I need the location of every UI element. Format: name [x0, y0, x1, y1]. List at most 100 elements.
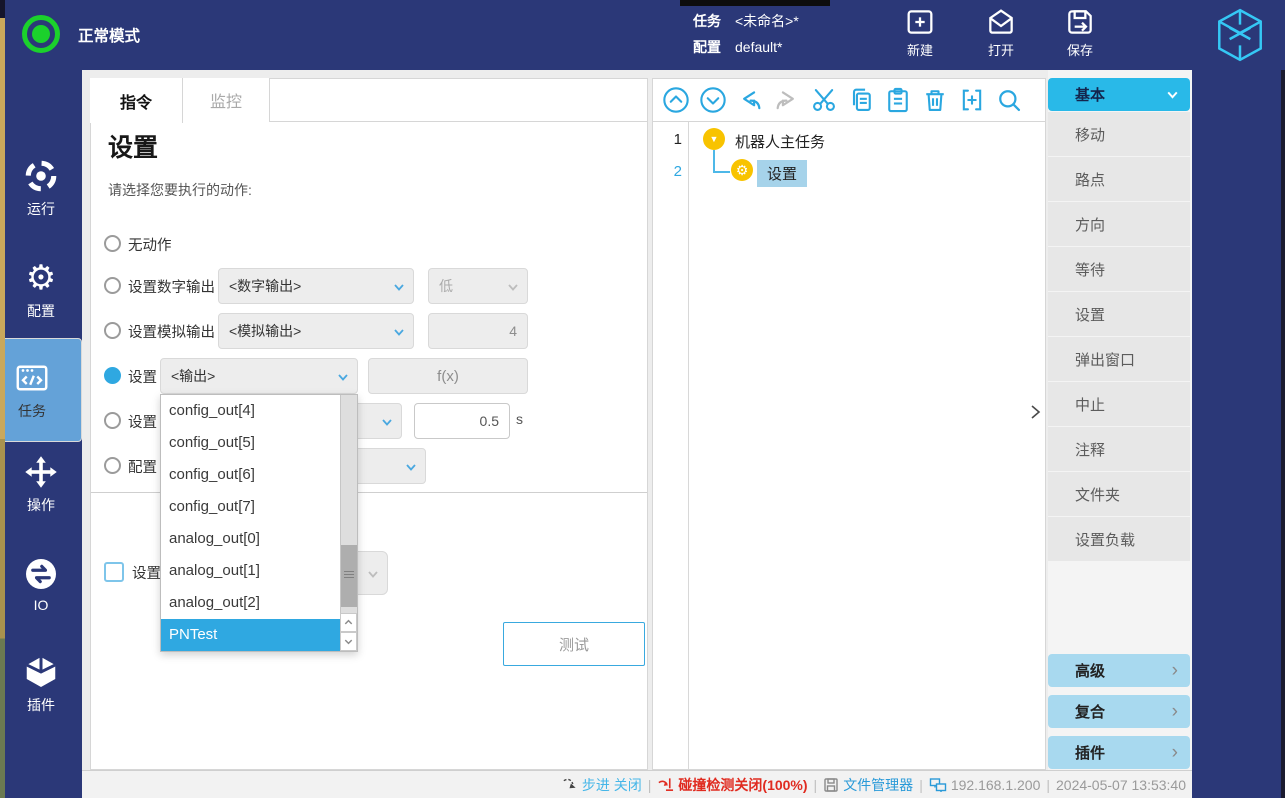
scroll-up-button[interactable]: [340, 613, 357, 632]
copy-icon[interactable]: [847, 86, 875, 114]
palette-group-advanced[interactable]: 高级 ›: [1048, 654, 1190, 687]
palette-item-wait[interactable]: 等待: [1048, 247, 1190, 291]
dropdown-option[interactable]: analog_out[0]: [161, 523, 341, 555]
sidebar-item-config[interactable]: ⚙ 配置: [0, 260, 82, 321]
insert-icon[interactable]: [958, 86, 986, 114]
label-analog-output: 设置模拟输出: [128, 312, 215, 350]
screen-edge-top: [680, 0, 830, 6]
palette-item-move[interactable]: 移动: [1048, 112, 1190, 156]
collision-status[interactable]: 碰撞检测关闭(100%): [657, 775, 807, 795]
sidebar-item-run[interactable]: 运行: [0, 158, 82, 219]
tab-monitor[interactable]: 监控: [183, 78, 270, 122]
open-button[interactable]: 打开: [971, 6, 1031, 66]
save-button[interactable]: 保存: [1050, 6, 1110, 66]
left-sidebar: 运行 ⚙ 配置 任务 操作 IO 插件 7754: [0, 70, 82, 798]
sidebar-item-operate[interactable]: 操作: [0, 454, 82, 515]
ip-address: 192.168.1.200: [951, 777, 1041, 793]
radio-no-action[interactable]: [104, 235, 121, 252]
radio-analog-output[interactable]: [104, 322, 121, 339]
root-node-expander[interactable]: ▼: [703, 128, 725, 150]
analog-output-select[interactable]: <模拟输出>: [218, 313, 414, 349]
paste-icon[interactable]: [884, 86, 912, 114]
chevron-right-icon: [1028, 403, 1042, 421]
row-digital-output: 设置数字输出 <数字输出> 低: [90, 267, 648, 305]
radio-digital-output[interactable]: [104, 277, 121, 294]
palette-item-set[interactable]: 设置: [1048, 292, 1190, 336]
step-mode-text: 步进 关闭: [582, 775, 642, 795]
sidebar-label-run: 运行: [27, 199, 55, 219]
dropdown-option-selected[interactable]: PNTest: [161, 619, 341, 651]
palette-item-waypoint[interactable]: 路点: [1048, 157, 1190, 201]
line-number-gutter: [652, 122, 689, 769]
palette-group-composite[interactable]: 复合 ›: [1048, 695, 1190, 728]
network-status[interactable]: 192.168.1.200: [929, 777, 1041, 793]
new-task-button[interactable]: 新建: [890, 6, 950, 66]
radio-pulse[interactable]: [104, 412, 121, 429]
palette-item-abort[interactable]: 中止: [1048, 382, 1190, 426]
run-icon: [23, 158, 59, 194]
tab-instruction[interactable]: 指令: [90, 78, 183, 123]
file-manager-link[interactable]: 文件管理器: [823, 775, 913, 795]
task-label: 任务: [693, 13, 721, 29]
set-node-icon-wrap[interactable]: ⚙: [731, 159, 753, 181]
output-select[interactable]: <输出>: [160, 358, 358, 394]
test-button[interactable]: 测试: [503, 622, 645, 666]
dropdown-option[interactable]: analog_out[2]: [161, 587, 341, 619]
digital-level-select[interactable]: 低: [428, 268, 528, 304]
undo-icon[interactable]: [736, 86, 764, 114]
cut-icon[interactable]: [810, 86, 838, 114]
tree-node-set-selected[interactable]: 设置: [757, 160, 807, 187]
checkbox-label: 设置: [132, 562, 161, 583]
palette-item-direction[interactable]: 方向: [1048, 202, 1190, 246]
fx-expression-button[interactable]: f(x): [368, 358, 528, 394]
palette-group-plugin[interactable]: 插件 ›: [1048, 736, 1190, 769]
normal-mode-status-icon: [22, 15, 60, 53]
tree-node-root[interactable]: 机器人主任务: [735, 131, 825, 152]
delete-icon[interactable]: [921, 86, 949, 114]
dropdown-option[interactable]: config_out[4]: [161, 395, 341, 427]
dropdown-scrollbar-track[interactable]: [340, 395, 357, 613]
task-value: <未命名>*: [735, 13, 799, 29]
file-manager-text: 文件管理器: [843, 775, 913, 795]
chevron-down-icon: [343, 636, 354, 647]
option-checkbox[interactable]: [104, 562, 124, 582]
label-set-output: 设置: [128, 357, 157, 395]
pulse-duration-field[interactable]: 0.5: [414, 403, 510, 439]
chevron-down-icon: [380, 415, 394, 429]
palette-composite-label: 复合: [1075, 701, 1105, 722]
chevron-down-icon: [336, 370, 350, 384]
dropdown-option[interactable]: analog_out[1]: [161, 555, 341, 587]
sidebar-label-task: 任务: [18, 401, 46, 421]
sidebar-label-io: IO: [34, 597, 49, 613]
radio-configure[interactable]: [104, 457, 121, 474]
search-icon[interactable]: [995, 86, 1023, 114]
move-down-icon[interactable]: [699, 86, 727, 114]
step-mode-status[interactable]: 步进 关闭: [561, 775, 642, 795]
network-icon: [929, 777, 947, 793]
analog-output-select-value: <模拟输出>: [229, 321, 301, 341]
palette-item-folder[interactable]: 文件夹: [1048, 472, 1190, 516]
line-number: 2: [652, 163, 682, 180]
collision-text: 碰撞检测关闭(100%): [678, 775, 807, 795]
dropdown-option[interactable]: config_out[6]: [161, 459, 341, 491]
dropdown-option[interactable]: config_out[7]: [161, 491, 341, 523]
scroll-down-button[interactable]: [340, 632, 357, 651]
palette-item-comment[interactable]: 注释: [1048, 427, 1190, 471]
palette-group-basic[interactable]: 基本: [1048, 78, 1190, 111]
move-up-icon[interactable]: [662, 86, 690, 114]
tree-collapse-button[interactable]: [1024, 398, 1046, 426]
sidebar-item-io[interactable]: IO: [0, 556, 82, 613]
palette-item-payload[interactable]: 设置负载: [1048, 517, 1190, 561]
digital-output-select[interactable]: <数字输出>: [218, 268, 414, 304]
chevron-up-icon: [343, 617, 354, 628]
redo-icon[interactable]: [773, 86, 801, 114]
analog-value-field[interactable]: 4: [428, 313, 528, 349]
dropdown-scrollbar-thumb[interactable]: [341, 545, 357, 607]
screen-edge-left: [0, 0, 5, 798]
sidebar-item-plugin[interactable]: 插件: [0, 654, 82, 715]
chevron-right-icon: ›: [1172, 702, 1178, 721]
dropdown-option[interactable]: config_out[5]: [161, 427, 341, 459]
palette-item-popup[interactable]: 弹出窗口: [1048, 337, 1190, 381]
sidebar-item-task[interactable]: 任务: [0, 338, 82, 442]
radio-set-output[interactable]: [104, 367, 121, 384]
